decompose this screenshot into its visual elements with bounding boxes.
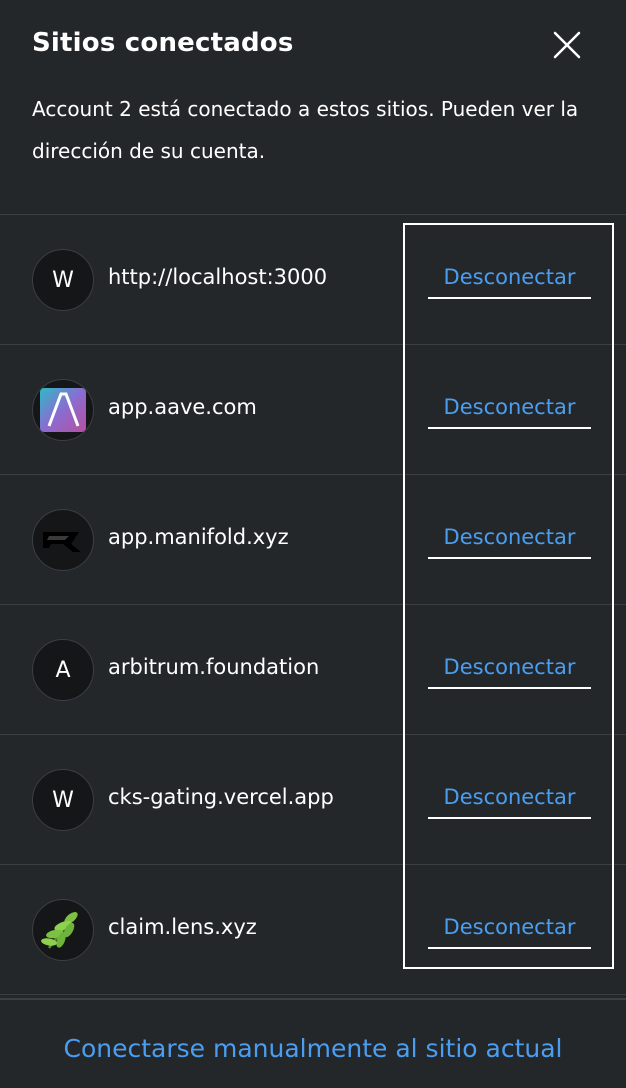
site-url: cks-gating.vercel.app: [108, 785, 334, 809]
manual-connect-link[interactable]: Conectarse manualmente al sitio actual: [0, 1034, 626, 1063]
disconnect-button[interactable]: Desconectar: [428, 915, 591, 949]
lens-leaf-icon: [41, 912, 78, 949]
site-avatar: [32, 379, 94, 441]
list-item: claim.lens.xyz Desconectar: [0, 865, 626, 995]
description-text: Account 2 está conectado a estos sitios.…: [32, 97, 579, 163]
list-item: W http://localhost:3000 Desconectar: [0, 215, 626, 345]
site-url: app.aave.com: [108, 395, 257, 419]
site-avatar: W: [32, 249, 94, 311]
site-avatar: A: [32, 639, 94, 701]
manifold-logo-icon: [43, 532, 81, 552]
list-item: A arbitrum.foundation Desconectar: [0, 605, 626, 735]
site-url: arbitrum.foundation: [108, 655, 320, 679]
list-item: app.aave.com Desconectar: [0, 345, 626, 475]
site-avatar: [32, 899, 94, 961]
avatar-letter: W: [52, 267, 74, 293]
site-url: app.manifold.xyz: [108, 525, 289, 549]
disconnect-button[interactable]: Desconectar: [428, 525, 591, 559]
site-avatar: [32, 509, 94, 571]
disconnect-button[interactable]: Desconectar: [428, 395, 591, 429]
avatar-letter: A: [55, 657, 71, 683]
site-url: claim.lens.xyz: [108, 915, 257, 939]
disconnect-button[interactable]: Desconectar: [428, 785, 591, 819]
page-title: Sitios conectados: [32, 28, 294, 58]
site-avatar: W: [32, 769, 94, 831]
disconnect-button[interactable]: Desconectar: [428, 655, 591, 689]
close-icon[interactable]: [548, 28, 586, 66]
list-item: app.manifold.xyz Desconectar: [0, 475, 626, 605]
connected-sites-panel: Sitios conectados Account 2 está conecta…: [0, 0, 626, 1088]
list-item: W cks-gating.vercel.app Desconectar: [0, 735, 626, 865]
avatar-letter: W: [52, 787, 74, 813]
footer: Conectarse manualmente al sitio actual: [0, 998, 626, 1088]
aave-logo-icon: [40, 388, 86, 432]
site-url: http://localhost:3000: [108, 265, 328, 289]
sites-list: W http://localhost:3000 Desconectar app.…: [0, 214, 626, 995]
disconnect-button[interactable]: Desconectar: [428, 265, 591, 299]
